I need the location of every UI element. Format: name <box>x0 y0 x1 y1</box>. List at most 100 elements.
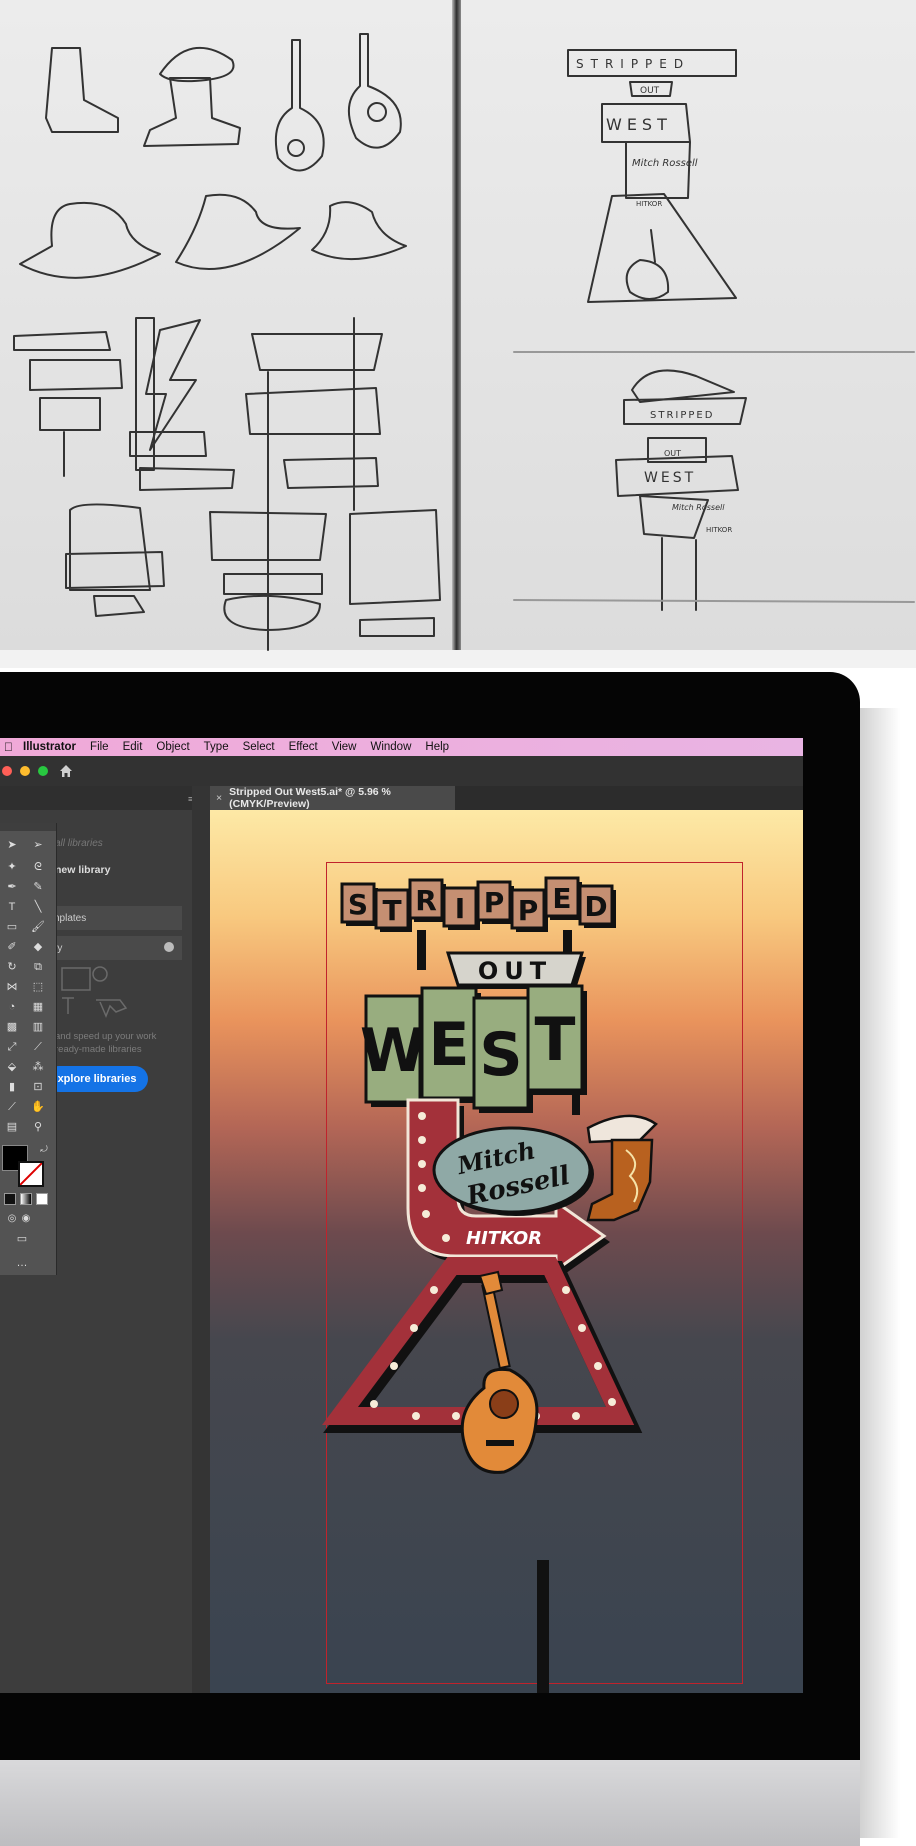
stripped-letter: I <box>455 892 465 925</box>
line-tool-icon[interactable]: ╲ <box>30 899 46 915</box>
close-tab-icon[interactable]: × <box>216 792 222 804</box>
sketch-right2-name: Mitch Rossell <box>672 503 725 512</box>
shaper-tool-icon[interactable]: ✐ <box>4 939 20 955</box>
menu-app-name[interactable]: Illustrator <box>23 741 76 753</box>
sign-sketch-2 <box>129 317 235 491</box>
gradient-tool-icon[interactable]: ▥ <box>30 1019 46 1035</box>
stripped-letter: R <box>415 884 437 917</box>
menu-window[interactable]: Window <box>370 741 411 753</box>
width-tool-icon[interactable]: ⋈ <box>4 979 20 995</box>
west-letter: S <box>479 1020 522 1090</box>
magic-wand-tool-icon[interactable]: ✦ <box>4 859 20 875</box>
edit-toolbar-icon[interactable]: ▤ <box>4 1119 20 1135</box>
hat-sketch-3 <box>311 201 407 261</box>
poster-artwork: STRIPPED OUT WEST HITKOR Mitch Rossell <box>322 876 658 1693</box>
illustrator-screen:  Illustrator File Edit Object Type Sele… <box>0 738 803 1693</box>
menu-help[interactable]: Help <box>425 741 449 753</box>
panel-header: ≡ <box>0 786 193 810</box>
stripped-letter: D <box>584 890 607 923</box>
pole-bottom <box>537 1560 549 1693</box>
column-graph-tool-icon[interactable]: ▮ <box>4 1079 20 1095</box>
document-tab[interactable]: × Stripped Out West5.ai* @ 5.96 % (CMYK/… <box>210 786 455 810</box>
close-window-button[interactable] <box>2 766 12 776</box>
library-row-templates[interactable]: nplates <box>46 906 182 930</box>
stripped-letter: P <box>484 886 505 919</box>
sign-sketch-3 <box>245 317 383 521</box>
gradient-mode-icon[interactable] <box>20 1193 32 1205</box>
direct-selection-tool-icon[interactable]: ➢ <box>30 837 46 853</box>
lasso-tool-icon[interactable]: ᘓ <box>30 859 46 875</box>
eraser-tool-icon[interactable]: ◆ <box>30 939 46 955</box>
sketch-right-triangle-1 <box>587 193 737 303</box>
stroke-color-swatch[interactable] <box>18 1161 44 1187</box>
west-letter: W <box>360 1016 426 1086</box>
stripped-letter: P <box>518 894 539 927</box>
library-search-input[interactable]: all libraries <box>55 838 103 849</box>
new-library-button[interactable]: new library <box>55 864 110 876</box>
zoom-tool-icon[interactable]: ⚲ <box>30 1119 46 1135</box>
eyedropper-tool-icon[interactable]: ⤢ <box>4 1039 20 1055</box>
monitor-chin <box>0 1760 860 1846</box>
free-transform-tool-icon[interactable]: ⬚ <box>30 979 46 995</box>
draw-behind-icon[interactable]: ◉ <box>18 1211 34 1227</box>
menu-view[interactable]: View <box>332 741 357 753</box>
document-canvas[interactable]: STRIPPED OUT WEST HITKOR Mitch Rossell <box>210 810 803 1693</box>
tools-toolbar: ➤ ➢ ✦ ᘓ ✒ ✎ T ╲ ▭ 🖌 ✐ ◆ ↻ ⧉ ⋈ ⬚ ◔ ▦ ▩ ▥ … <box>0 823 57 1275</box>
sketch-right2-top-word: STRIPPED <box>650 410 714 421</box>
rotate-tool-icon[interactable]: ↻ <box>4 959 20 975</box>
perspective-grid-tool-icon[interactable]: ▦ <box>30 999 46 1015</box>
blend-tool-icon[interactable]: ⬙ <box>4 1059 20 1075</box>
artboard-tool-icon[interactable]: ⊡ <box>30 1079 46 1095</box>
type-tool-icon[interactable]: T <box>4 899 20 915</box>
maximize-window-button[interactable] <box>38 766 48 776</box>
more-tools-icon[interactable]: … <box>14 1255 30 1271</box>
menu-select[interactable]: Select <box>243 741 275 753</box>
none-mode-icon[interactable] <box>36 1193 48 1205</box>
boot-sketch-1 <box>45 47 119 133</box>
swap-fill-stroke-icon[interactable]: ⤾ <box>36 1141 52 1157</box>
explore-libraries-button[interactable]: xplore libraries <box>46 1066 148 1092</box>
scale-tool-icon[interactable]: ⧉ <box>30 959 46 975</box>
sketch-right-top-word: STRIPPED <box>576 57 690 71</box>
measure-tool-icon[interactable]: ⟋ <box>30 1039 46 1055</box>
sketch-right-bottom-word: WEST <box>606 115 672 134</box>
apple-icon[interactable]:  <box>4 740 13 754</box>
pen-tool-icon[interactable]: ✒ <box>4 879 20 895</box>
library-row-my-library[interactable]: ry <box>46 936 182 960</box>
cowboy-boot <box>586 1138 654 1222</box>
stripped-letter-tiles: STRIPPED <box>340 876 616 932</box>
menu-file[interactable]: File <box>90 741 109 753</box>
stripped-letter: T <box>382 894 401 927</box>
guitar-sketch-1 <box>274 39 325 172</box>
hat-sketch-2 <box>175 193 301 270</box>
acoustic-guitar <box>460 1270 539 1474</box>
menu-object[interactable]: Object <box>156 741 189 753</box>
paintbrush-tool-icon[interactable]: 🖌 <box>30 919 46 935</box>
boot-hat-sketch <box>159 46 235 83</box>
stripped-letter: E <box>552 882 571 915</box>
sketchbook-photo: STRIPPED OUT WEST Mitch Rossell HITKOR S… <box>0 0 916 668</box>
symbol-sprayer-tool-icon[interactable]: ⁂ <box>30 1059 46 1075</box>
screen-mode-icon[interactable]: ▭ <box>14 1231 30 1247</box>
arrow-label: HITKOR <box>466 1228 542 1249</box>
document-tab-title: Stripped Out West5.ai* @ 5.96 % (CMYK/Pr… <box>229 786 391 810</box>
mesh-tool-icon[interactable]: ▩ <box>4 1019 20 1035</box>
home-icon[interactable] <box>58 763 74 779</box>
shape-builder-tool-icon[interactable]: ◔ <box>4 999 20 1015</box>
sign-sketch-4 <box>65 503 165 617</box>
menu-type[interactable]: Type <box>204 741 229 753</box>
sketch-right-middle-word: OUT <box>640 86 660 96</box>
rectangle-tool-icon[interactable]: ▭ <box>4 919 20 935</box>
selection-tool-icon[interactable]: ➤ <box>4 837 20 853</box>
slice-tool-icon[interactable]: ⟋ <box>4 1099 20 1115</box>
menu-edit[interactable]: Edit <box>123 741 143 753</box>
minimize-window-button[interactable] <box>20 766 30 776</box>
sign-sketch-5 <box>209 511 327 651</box>
menu-effect[interactable]: Effect <box>289 741 318 753</box>
curvature-tool-icon[interactable]: ✎ <box>30 879 46 895</box>
sketch-right2-arrow: HITKOR <box>706 526 732 534</box>
hand-tool-icon[interactable]: ✋ <box>30 1099 46 1115</box>
shared-user-icon <box>164 942 174 952</box>
color-mode-icon[interactable] <box>4 1193 16 1205</box>
panel-divider <box>192 786 210 1693</box>
